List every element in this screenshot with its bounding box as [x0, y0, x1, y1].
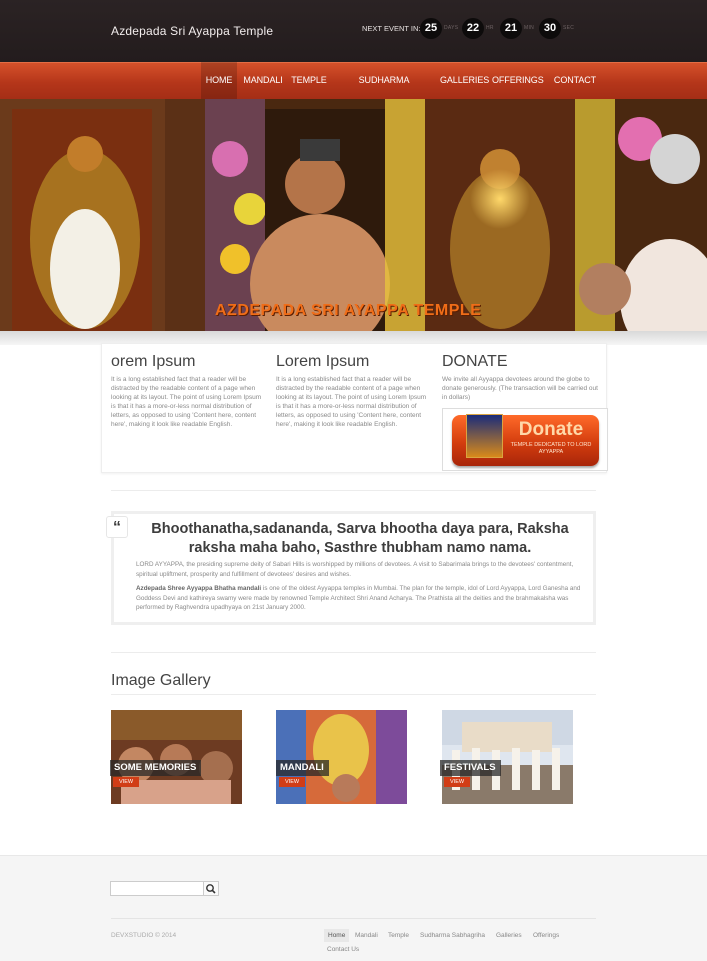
quote-heading: Bhoothanatha,sadananda, Sarva bhootha da…	[151, 521, 569, 556]
footer-link-galleries[interactable]: Galleries	[496, 932, 522, 939]
footer-search-input[interactable]	[110, 881, 204, 896]
footer-link-temple[interactable]: Temple	[388, 932, 409, 939]
donate-title: DONATE	[442, 353, 508, 370]
divider	[111, 490, 596, 491]
festivals-photo	[442, 710, 573, 804]
countdown-seconds-value: 30	[539, 18, 561, 39]
hero-caption: AZDEPADA SRI AYAPPA TEMPLE	[215, 302, 482, 319]
mandali-name: Azdepada Shree Ayyappa Bhatha mandali	[136, 585, 262, 592]
nav-contact-us[interactable]: CONTACT US	[548, 62, 602, 122]
footer-link-contact-us[interactable]: Contact Us	[327, 946, 359, 953]
column-2-title: Lorem Ipsum	[276, 353, 370, 370]
site-title[interactable]: Azdepada Sri Ayappa Temple	[111, 24, 273, 38]
footer-divider	[111, 918, 596, 919]
gallery-label-memories: SOME MEMORIES	[110, 760, 202, 776]
nav-home[interactable]: HOME	[201, 62, 237, 99]
countdown-seconds-unit: SEC	[563, 25, 575, 31]
top-header-bar	[0, 0, 707, 62]
footer-search-button[interactable]	[203, 881, 219, 896]
divider	[111, 652, 596, 653]
countdown-days-value: 25	[420, 18, 442, 39]
footer-link-home[interactable]: Home	[324, 929, 350, 942]
nav-galleries[interactable]: GALLERIES	[440, 62, 489, 99]
nav-mandali[interactable]: MANDALI	[241, 62, 285, 99]
gallery-view-festivals-button[interactable]: VIEW	[444, 777, 471, 787]
gallery-label-festivals: FESTIVALS	[440, 760, 501, 776]
quote-paragraph-2: Azdepada Shree Ayyappa Bhatha mandali is…	[136, 584, 586, 613]
gallery-label-mandali: MANDALI	[276, 760, 329, 776]
quote-icon: “	[106, 516, 128, 538]
gallery-view-mandali-button[interactable]: VIEW	[279, 777, 306, 787]
gallery-view-memories-button[interactable]: VIEW	[113, 777, 140, 787]
mandali-photo	[276, 710, 407, 804]
footer-link-mandali[interactable]: Mandali	[355, 932, 378, 939]
gallery-thumb-mandali[interactable]	[276, 710, 407, 804]
countdown-hours-unit: HR	[486, 25, 494, 31]
footer-link-sudharma-sabhagriha[interactable]: Sudharma Sabhagriha	[420, 932, 485, 939]
nav-temple[interactable]: TEMPLE	[290, 62, 328, 99]
column-1-title: orem Ipsum	[111, 353, 196, 370]
donate-button-subtext: TEMPLE DEDICATED TO LORD AYYAPPA	[510, 442, 592, 455]
donate-button-label: Donate	[518, 419, 584, 440]
next-event-label: NEXT EVENT IN:	[362, 24, 421, 33]
quote-paragraph-1: LORD AYYAPPA, the presiding supreme deit…	[136, 561, 574, 578]
gallery-thumb-memories[interactable]	[111, 710, 242, 804]
hero-slider-image[interactable]	[0, 99, 707, 331]
gallery-thumb-festivals[interactable]	[442, 710, 573, 804]
search-icon	[206, 884, 216, 894]
temple-photo	[0, 99, 707, 331]
countdown-minutes-value: 21	[500, 18, 522, 39]
gallery-title-underline	[111, 694, 596, 695]
copyright: DEVXSTUDIO © 2014	[111, 932, 177, 939]
donate-text: We invite all Ayyappa devotees around th…	[442, 376, 598, 401]
countdown-hours-value: 22	[462, 18, 484, 39]
nav-sudharma-sabhagriha[interactable]: SUDHARMA SABHAGRIHA	[334, 62, 434, 122]
countdown-days-unit: DAYS	[444, 25, 459, 31]
gallery-title: Image Gallery	[111, 672, 211, 689]
footer-link-offerings[interactable]: Offerings	[533, 932, 559, 939]
nav-offerings[interactable]: OFFERINGS	[492, 62, 544, 99]
column-1-text: It is a long established fact that a rea…	[111, 376, 262, 428]
column-2-text: It is a long established fact that a rea…	[276, 376, 427, 428]
ayyappa-image	[466, 414, 503, 458]
countdown-minutes-unit: MIN	[524, 25, 535, 31]
memories-photo	[111, 710, 242, 804]
